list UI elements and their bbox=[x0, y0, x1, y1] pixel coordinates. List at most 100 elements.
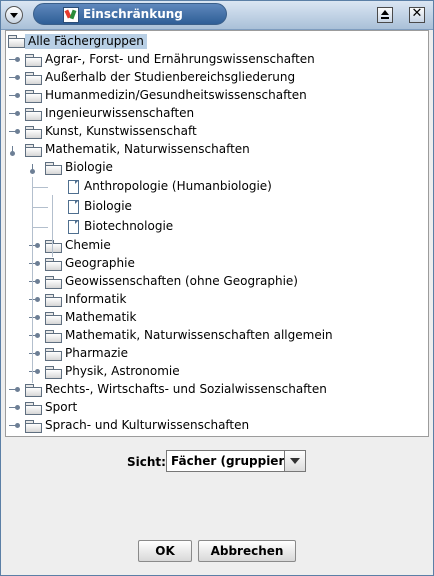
folder-icon bbox=[25, 54, 42, 67]
folder-icon bbox=[45, 276, 62, 289]
folder-icon bbox=[45, 312, 62, 325]
tree-node-label: Agrar-, Forst- und Ernährungswissenschaf… bbox=[45, 52, 315, 66]
folder-icon bbox=[45, 330, 62, 343]
collapsed-handle-icon[interactable] bbox=[29, 260, 40, 268]
tree-node[interactable]: Kunst, Kunstwissenschaft bbox=[6, 123, 426, 141]
close-icon[interactable]: ✕ bbox=[409, 6, 425, 23]
tree-guide-line bbox=[52, 195, 53, 257]
tree-node-label: Sport bbox=[45, 400, 78, 414]
tree-node-label: Chemie bbox=[65, 238, 111, 252]
collapsed-handle-icon[interactable] bbox=[29, 296, 40, 304]
expanded-handle-icon[interactable] bbox=[9, 146, 19, 156]
tree-node[interactable]: Humanmedizin/Gesundheitswissenschaften bbox=[6, 87, 426, 105]
maximize-icon[interactable] bbox=[377, 7, 393, 23]
folder-icon bbox=[45, 348, 62, 361]
tree-node-label: Ingenieurwissenschaften bbox=[45, 106, 195, 120]
collapsed-handle-icon[interactable] bbox=[9, 128, 20, 136]
view-label: Sicht: bbox=[127, 455, 166, 469]
folder-icon bbox=[25, 420, 42, 433]
tree-node-label: Kunst, Kunstwissenschaft bbox=[45, 124, 197, 138]
tree-node[interactable]: Agrar-, Forst- und Ernährungswissenschaf… bbox=[6, 51, 426, 69]
title-bar[interactable]: Einschränkung ✕ bbox=[1, 1, 433, 30]
folder-icon bbox=[25, 90, 42, 103]
dialog-footer: Sicht: Fächer (gruppiert) OK Abbrechen bbox=[1, 438, 433, 575]
collapsed-handle-icon[interactable] bbox=[29, 242, 40, 250]
title-pill: Einschränkung bbox=[33, 3, 227, 25]
folder-icon bbox=[25, 126, 42, 139]
tree-root[interactable]: Alle Fächergruppen bbox=[6, 33, 426, 51]
tree-node[interactable]: Chemie bbox=[6, 237, 426, 255]
tree-connector bbox=[32, 207, 48, 208]
document-icon bbox=[68, 200, 79, 214]
folder-icon bbox=[25, 72, 42, 85]
collapsed-handle-icon[interactable] bbox=[29, 332, 40, 340]
tree-leaf[interactable]: Anthropologie (Humanbiologie) bbox=[6, 177, 426, 197]
tree-leaf[interactable]: Biotechnologie bbox=[6, 217, 426, 237]
tree-node[interactable]: Biologie bbox=[6, 159, 426, 177]
folder-icon bbox=[25, 402, 42, 415]
collapsed-handle-icon[interactable] bbox=[29, 314, 40, 322]
tree-node-label: Pharmazie bbox=[65, 346, 128, 360]
folder-icon bbox=[25, 384, 42, 397]
ok-button[interactable]: OK bbox=[138, 540, 192, 562]
tree-node-label: Biologie bbox=[65, 160, 113, 174]
dialog-window: Einschränkung ✕ Alle Fächergruppen Agrar… bbox=[0, 0, 434, 576]
category-tree[interactable]: Alle Fächergruppen Agrar-, Forst- und Er… bbox=[5, 30, 429, 437]
tree-node[interactable]: Geowissenschaften (ohne Geographie) bbox=[6, 273, 426, 291]
collapsed-handle-icon[interactable] bbox=[9, 92, 20, 100]
collapsed-handle-icon[interactable] bbox=[29, 368, 40, 376]
folder-icon bbox=[25, 108, 42, 121]
tree-node[interactable]: Mathematik, Naturwissenschaften bbox=[6, 141, 426, 159]
cancel-button[interactable]: Abbrechen bbox=[198, 540, 296, 562]
tree-node[interactable]: Außerhalb der Studienbereichsgliederung bbox=[6, 69, 426, 87]
tree-node[interactable]: Geographie bbox=[6, 255, 426, 273]
tree-node-label: Mathematik, Naturwissenschaften allgemei… bbox=[65, 328, 333, 342]
tree-connector bbox=[32, 227, 48, 228]
tree-node[interactable]: Physik, Astronomie bbox=[6, 363, 426, 381]
view-select[interactable]: Fächer (gruppiert) bbox=[166, 450, 306, 472]
folder-icon bbox=[45, 366, 62, 379]
folder-icon bbox=[45, 240, 62, 253]
tree-node[interactable]: Mathematik, Naturwissenschaften allgemei… bbox=[6, 327, 426, 345]
view-select-value: Fächer (gruppiert) bbox=[171, 454, 296, 468]
folder-icon bbox=[25, 144, 42, 157]
collapsed-handle-icon[interactable] bbox=[9, 74, 20, 82]
tree-node-label: Geowissenschaften (ohne Geographie) bbox=[65, 274, 298, 288]
tree-leaf-label: Anthropologie (Humanbiologie) bbox=[84, 179, 272, 193]
tree-node-label: Physik, Astronomie bbox=[65, 364, 180, 378]
chevron-down-icon[interactable] bbox=[284, 451, 305, 471]
collapsed-handle-icon[interactable] bbox=[9, 110, 20, 118]
tree-node-label: Sprach- und Kulturwissenschaften bbox=[45, 418, 250, 432]
folder-icon bbox=[8, 35, 25, 48]
collapsed-handle-icon[interactable] bbox=[29, 278, 40, 286]
folder-icon bbox=[45, 258, 62, 271]
tree-node[interactable]: Mathematik bbox=[6, 309, 426, 327]
tree-node-label: Mathematik bbox=[65, 310, 137, 324]
expanded-handle-icon[interactable] bbox=[29, 164, 39, 174]
folder-icon bbox=[45, 294, 62, 307]
collapsed-handle-icon[interactable] bbox=[29, 350, 40, 358]
document-icon bbox=[68, 180, 79, 194]
collapsed-handle-icon[interactable] bbox=[9, 404, 20, 412]
tree-node[interactable]: Informatik bbox=[6, 291, 426, 309]
collapsed-handle-icon[interactable] bbox=[9, 386, 20, 394]
tree-node[interactable]: Pharmazie bbox=[6, 345, 426, 363]
tree-leaf[interactable]: Biologie bbox=[6, 197, 426, 217]
collapsed-handle-icon[interactable] bbox=[9, 56, 20, 64]
tree-node-label: Humanmedizin/Gesundheitswissenschaften bbox=[45, 88, 307, 102]
tree-node-label: Mathematik, Naturwissenschaften bbox=[45, 142, 250, 156]
tree-guide-line bbox=[32, 177, 33, 383]
collapsed-handle-icon[interactable] bbox=[9, 422, 20, 430]
window-menu-icon[interactable] bbox=[5, 6, 23, 24]
tree-root-label: Alle Fächergruppen bbox=[25, 34, 147, 49]
tree-node[interactable]: Rechts-, Wirtschafts- und Sozialwissensc… bbox=[6, 381, 426, 399]
tree-node-label: Informatik bbox=[65, 292, 127, 306]
tree-node[interactable]: Sprach- und Kulturwissenschaften bbox=[6, 417, 426, 435]
folder-icon bbox=[45, 162, 62, 175]
tree-node[interactable]: Sport bbox=[6, 399, 426, 417]
tree-node-label: Geographie bbox=[65, 256, 135, 270]
document-icon bbox=[68, 220, 79, 234]
tree-node[interactable]: Ingenieurwissenschaften bbox=[6, 105, 426, 123]
app-logo-icon bbox=[63, 7, 79, 23]
tree-node-label: Außerhalb der Studienbereichsgliederung bbox=[45, 70, 296, 84]
